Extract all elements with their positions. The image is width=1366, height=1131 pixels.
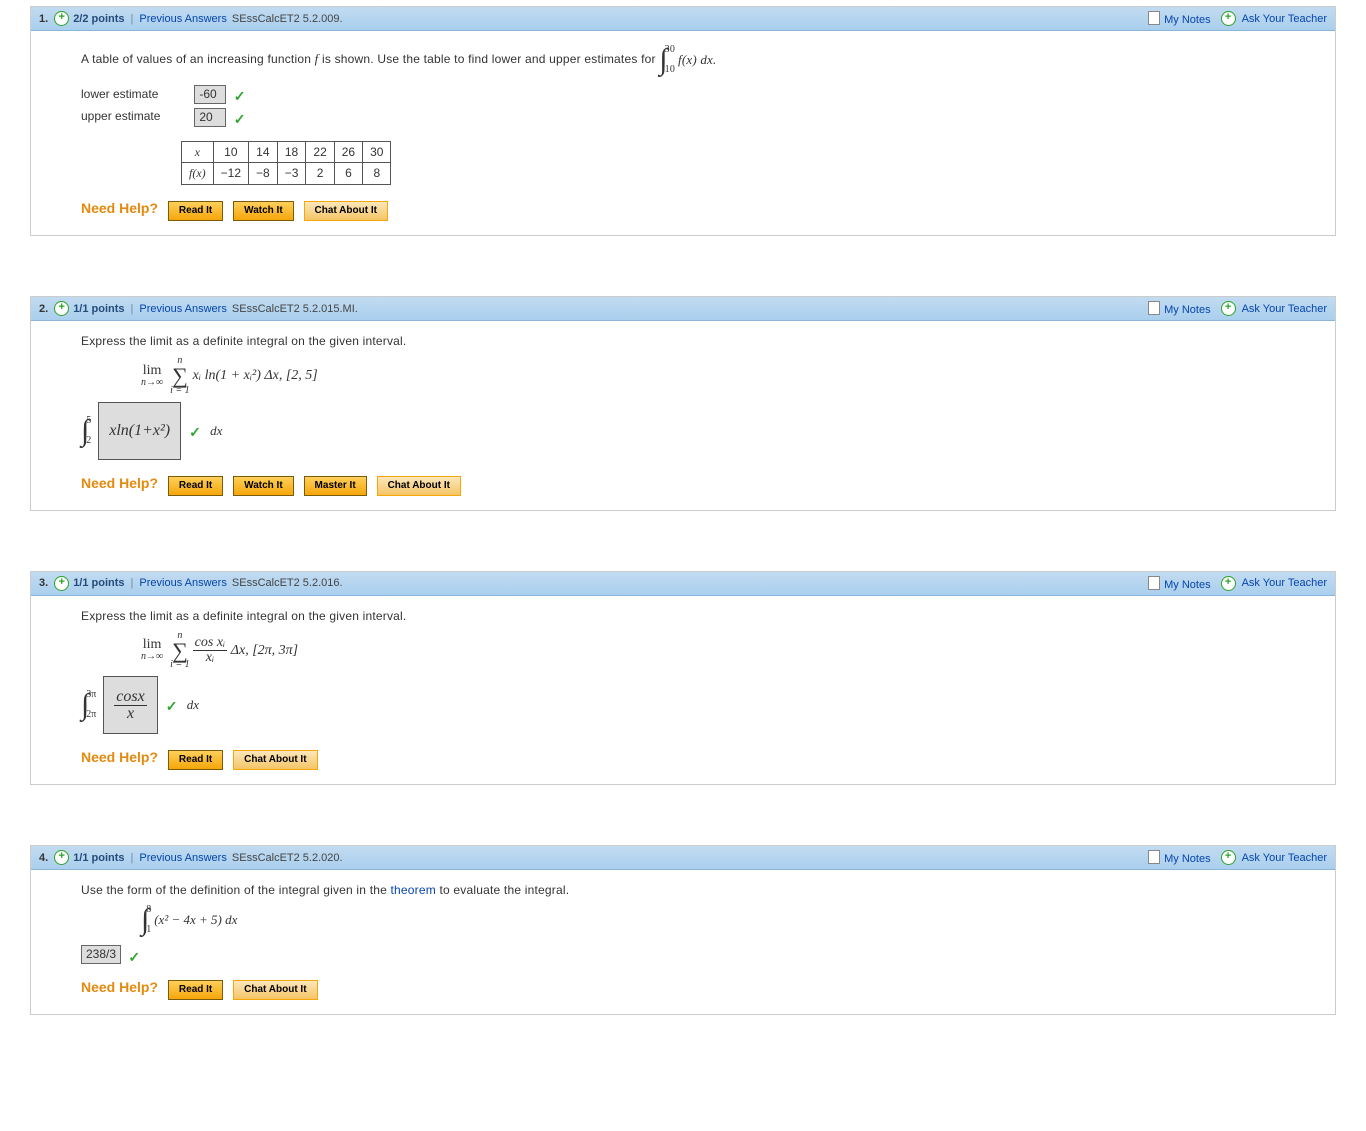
- my-notes-link[interactable]: My Notes: [1148, 576, 1210, 591]
- question-header: 4. + 1/1 points | Previous Answers SEssC…: [31, 846, 1335, 870]
- check-icon: [189, 424, 203, 438]
- integral-expression: ∫ 81 (x² − 4x + 5) dx: [141, 903, 237, 937]
- watch-it-button[interactable]: Watch It: [233, 476, 294, 496]
- answer-box[interactable]: xln(1+x²): [98, 402, 181, 460]
- need-help-label: Need Help? Read It Chat About It: [81, 978, 1319, 1000]
- ask-teacher-link[interactable]: Ask Your Teacher: [1242, 577, 1327, 589]
- question-4: 4. + 1/1 points | Previous Answers SEssC…: [30, 845, 1336, 1015]
- answer-integral: ∫ 52 xln(1+x²) dx: [81, 402, 222, 460]
- read-it-button[interactable]: Read It: [168, 476, 223, 496]
- check-icon: [166, 698, 180, 712]
- expand-icon[interactable]: +: [1221, 301, 1236, 316]
- ask-teacher-link[interactable]: Ask Your Teacher: [1242, 852, 1327, 864]
- answer-integral: ∫ 3π2π cosxx dx: [81, 676, 199, 734]
- read-it-button[interactable]: Read It: [168, 980, 223, 1000]
- points-label: 2/2 points: [73, 13, 124, 25]
- lower-estimate-answer[interactable]: -60: [194, 85, 226, 104]
- my-notes-link[interactable]: My Notes: [1148, 11, 1210, 26]
- source-label: SEssCalcET2 5.2.016.: [232, 577, 343, 589]
- upper-estimate-label: upper estimate: [81, 108, 191, 125]
- question-body: A table of values of an increasing funct…: [31, 31, 1335, 235]
- answer-box[interactable]: cosxx: [103, 676, 157, 734]
- expand-icon[interactable]: +: [54, 576, 69, 591]
- theorem-link[interactable]: theorem: [391, 883, 436, 897]
- expand-icon[interactable]: +: [54, 11, 69, 26]
- question-body: Use the form of the definition of the in…: [31, 870, 1335, 1014]
- source-label: SEssCalcET2 5.2.009.: [232, 13, 343, 25]
- answer-box[interactable]: 238/3: [81, 945, 121, 964]
- read-it-button[interactable]: Read It: [168, 201, 223, 221]
- prompt-text: Express the limit as a definite integral…: [81, 333, 1319, 350]
- need-help-label: Need Help? Read It Watch It Chat About I…: [81, 199, 1319, 221]
- question-header: 2. + 1/1 points | Previous Answers SEssC…: [31, 297, 1335, 321]
- chat-about-it-button[interactable]: Chat About It: [233, 980, 317, 1000]
- expand-icon[interactable]: +: [1221, 11, 1236, 26]
- source-label: SEssCalcET2 5.2.020.: [232, 852, 343, 864]
- question-body: Express the limit as a definite integral…: [31, 596, 1335, 785]
- previous-answers-link[interactable]: Previous Answers: [139, 577, 226, 589]
- chat-about-it-button[interactable]: Chat About It: [377, 476, 461, 496]
- question-header: 1. + 2/2 points | Previous Answers SEssC…: [31, 7, 1335, 31]
- integral-expression: ∫ 3010 f(x) dx.: [659, 43, 716, 77]
- read-it-button[interactable]: Read It: [168, 750, 223, 770]
- expand-icon[interactable]: +: [54, 301, 69, 316]
- lower-estimate-label: lower estimate: [81, 86, 191, 103]
- limit-expression: limn→∞ n∑i = 1 cos xᵢxᵢ Δx, [2π, 3π]: [141, 631, 1319, 671]
- ask-teacher-link[interactable]: Ask Your Teacher: [1242, 13, 1327, 25]
- question-number: 2.: [39, 303, 48, 315]
- previous-answers-link[interactable]: Previous Answers: [139, 303, 226, 315]
- question-body: Express the limit as a definite integral…: [31, 321, 1335, 510]
- chat-about-it-button[interactable]: Chat About It: [233, 750, 317, 770]
- points-label: 1/1 points: [73, 577, 124, 589]
- question-header: 3. + 1/1 points | Previous Answers SEssC…: [31, 572, 1335, 596]
- previous-answers-link[interactable]: Previous Answers: [139, 13, 226, 25]
- watch-it-button[interactable]: Watch It: [233, 201, 294, 221]
- table-row: x 10 14 18 22 26 30: [182, 141, 391, 163]
- expand-icon[interactable]: +: [1221, 576, 1236, 591]
- chat-about-it-button[interactable]: Chat About It: [304, 201, 388, 221]
- prompt-text: Express the limit as a definite integral…: [81, 608, 1319, 625]
- master-it-button[interactable]: Master It: [304, 476, 367, 496]
- my-notes-link[interactable]: My Notes: [1148, 850, 1210, 865]
- check-icon: [128, 948, 142, 962]
- ask-teacher-link[interactable]: Ask Your Teacher: [1242, 303, 1327, 315]
- question-number: 1.: [39, 13, 48, 25]
- points-label: 1/1 points: [73, 852, 124, 864]
- need-help-label: Need Help? Read It Watch It Master It Ch…: [81, 474, 1319, 496]
- question-3: 3. + 1/1 points | Previous Answers SEssC…: [30, 571, 1336, 786]
- check-icon: [234, 87, 248, 101]
- expand-icon[interactable]: +: [1221, 850, 1236, 865]
- prompt-text: A table of values of an increasing funct…: [81, 52, 716, 66]
- previous-answers-link[interactable]: Previous Answers: [139, 852, 226, 864]
- question-1: 1. + 2/2 points | Previous Answers SEssC…: [30, 6, 1336, 236]
- points-label: 1/1 points: [73, 303, 124, 315]
- question-number: 3.: [39, 577, 48, 589]
- source-label: SEssCalcET2 5.2.015.MI.: [232, 303, 358, 315]
- need-help-label: Need Help? Read It Chat About It: [81, 748, 1319, 770]
- expand-icon[interactable]: +: [54, 850, 69, 865]
- upper-estimate-answer[interactable]: 20: [194, 108, 226, 127]
- limit-expression: limn→∞ n∑i = 1 xᵢ ln(1 + xᵢ²) Δx, [2, 5]: [141, 356, 1319, 396]
- check-icon: [234, 110, 248, 124]
- my-notes-link[interactable]: My Notes: [1148, 301, 1210, 316]
- prompt-text: Use the form of the definition of the in…: [81, 882, 1319, 899]
- question-2: 2. + 1/1 points | Previous Answers SEssC…: [30, 296, 1336, 511]
- values-table: x 10 14 18 22 26 30 f(x) −12 −8 −3 2 6 8: [181, 141, 391, 186]
- table-row: f(x) −12 −8 −3 2 6 8: [182, 163, 391, 185]
- question-number: 4.: [39, 852, 48, 864]
